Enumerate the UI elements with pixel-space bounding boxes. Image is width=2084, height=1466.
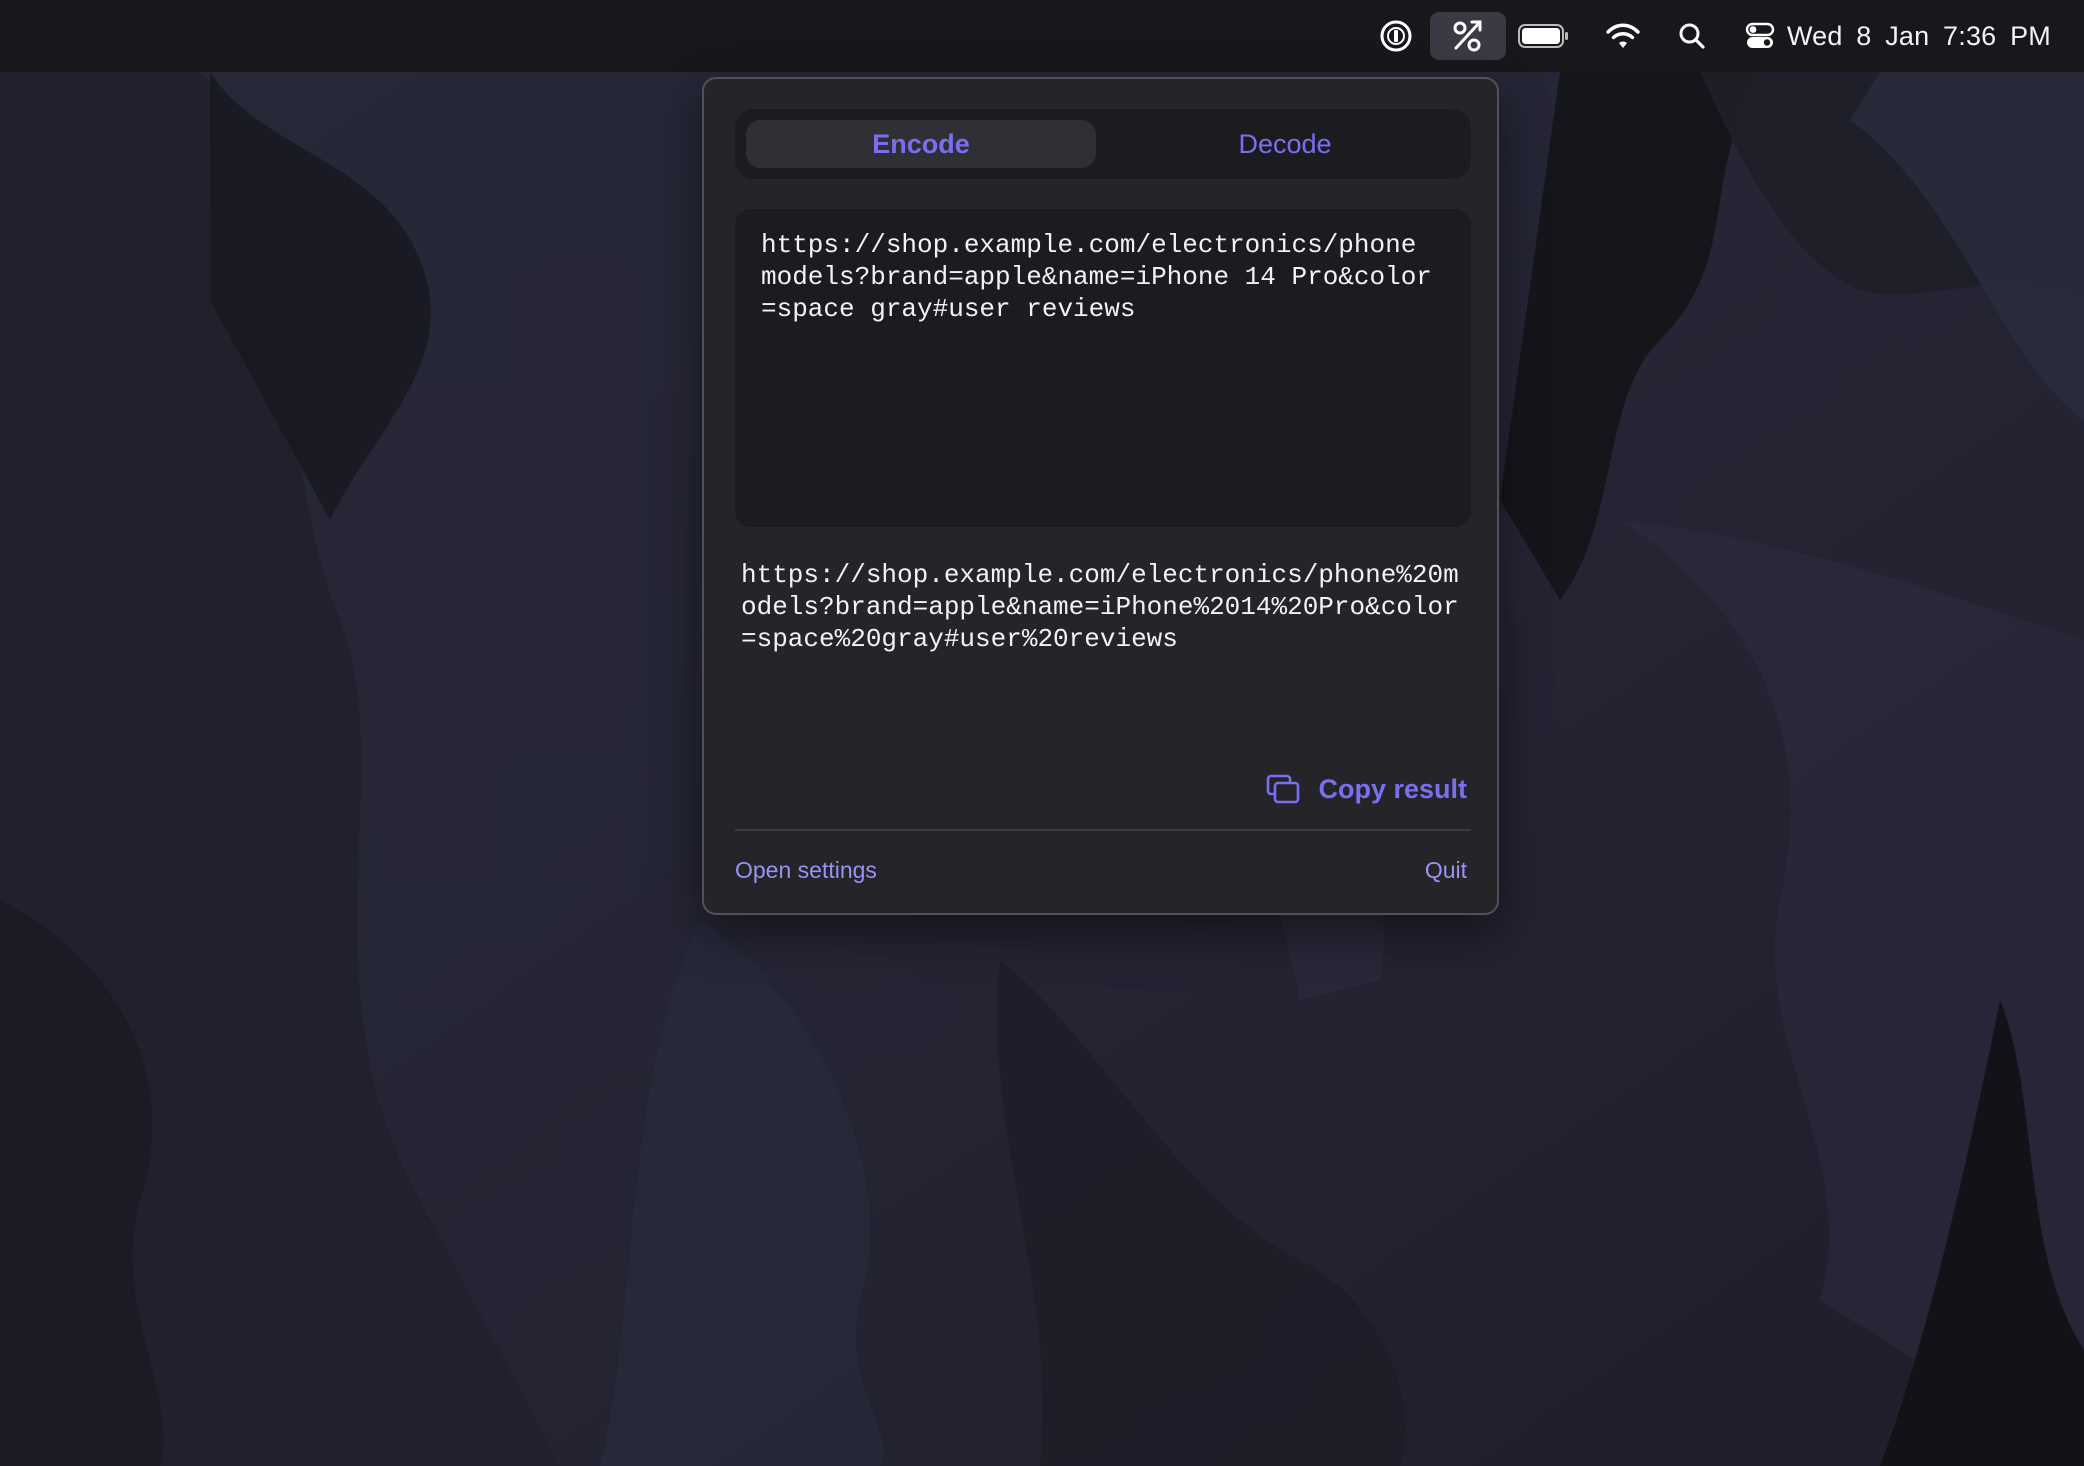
search-icon[interactable]	[1674, 0, 1710, 72]
result-text: https://shop.example.com/electronics/pho…	[741, 560, 1459, 654]
copy-result-label: Copy result	[1318, 773, 1467, 804]
copy-icon	[1266, 774, 1300, 804]
mode-segmented-control: Encode Decode	[735, 109, 1471, 179]
quit-link[interactable]: Quit	[1425, 857, 1467, 884]
battery-icon[interactable]	[1516, 0, 1572, 72]
decode-tab[interactable]: Decode	[1110, 120, 1460, 168]
encode-tab[interactable]: Encode	[746, 120, 1096, 168]
copy-result-button[interactable]: Copy result	[1266, 767, 1467, 811]
input-text-area[interactable]: https://shop.example.com/electronics/pho…	[735, 209, 1471, 527]
open-settings-link[interactable]: Open settings	[735, 857, 877, 884]
control-center-icon[interactable]	[1742, 0, 1778, 72]
password-manager-icon[interactable]	[1375, 0, 1417, 72]
footer-divider	[735, 829, 1471, 831]
url-encoder-app-icon[interactable]	[1430, 0, 1506, 72]
menubar-clock[interactable]: Wed 8 Jan 7:36 PM	[1787, 0, 2051, 72]
url-encoder-popover: Encode Decode https://shop.example.com/e…	[702, 77, 1499, 915]
menu-bar: Wed 8 Jan 7:36 PM	[0, 0, 2084, 72]
wifi-icon[interactable]	[1602, 0, 1644, 72]
